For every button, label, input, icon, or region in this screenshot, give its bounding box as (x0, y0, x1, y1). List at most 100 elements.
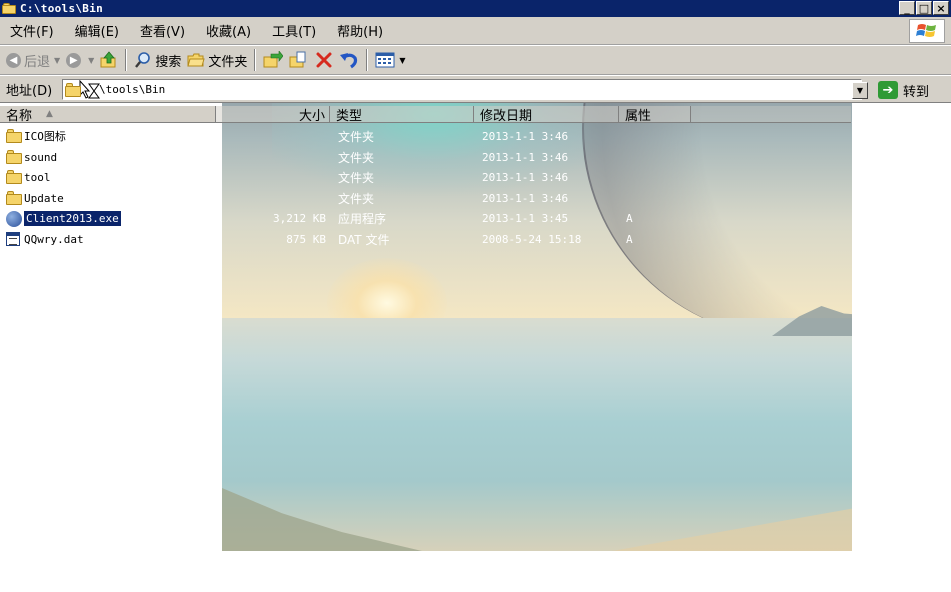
window-title: C:\tools\Bin (20, 2, 104, 15)
file-type: 文件夹 (338, 191, 375, 206)
search-label: 搜索 (155, 54, 182, 70)
menu-favorites[interactable]: 收藏(A) (206, 21, 251, 40)
undo-button[interactable] (336, 48, 362, 72)
table-row[interactable]: Update 文件夹 2013-1-1 3:46 (0, 188, 951, 208)
menu-view[interactable]: 查看(V) (140, 21, 185, 40)
views-button[interactable]: ▼ (372, 48, 408, 72)
go-label: 转到 (903, 84, 930, 100)
go-arrow-icon: ➔ (878, 81, 898, 99)
column-modified-label: 修改日期 (480, 108, 533, 124)
file-name: Update (24, 191, 64, 205)
dat-file-icon (6, 232, 22, 246)
file-name-cell: QQwry.dat (6, 229, 84, 249)
column-type-header[interactable]: 类型 (330, 106, 474, 124)
file-type: 文件夹 (338, 170, 375, 185)
folders-button[interactable]: 文件夹 (184, 48, 250, 72)
folder-icon (6, 129, 22, 143)
file-attributes: A (626, 232, 633, 246)
folder-icon (6, 191, 22, 205)
copy-to-icon (289, 51, 306, 68)
title-bar[interactable]: C:\tools\Bin _ □ × (0, 0, 951, 17)
file-modified: 2008-5-24 15:18 (482, 232, 582, 246)
file-name-cell: tool (6, 167, 51, 187)
maximize-icon: □ (918, 1, 930, 15)
file-name-cell: Update (6, 188, 64, 208)
file-name: Client2013.exe (23, 209, 122, 227)
sort-ascending-icon: ▲ (46, 109, 53, 119)
address-input[interactable]: \tools\Bin (62, 79, 862, 100)
table-row[interactable]: sound 文件夹 2013-1-1 3:46 (0, 147, 951, 167)
table-row[interactable]: Client2013.exe 3,212 KB 应用程序 2013-1-1 3:… (0, 208, 951, 228)
column-attributes-header[interactable]: 属性 (619, 106, 691, 124)
column-name-label: 名称 (6, 108, 33, 124)
toolbar-separator (366, 49, 369, 71)
hourglass-cursor-icon (79, 79, 100, 99)
back-dropdown-icon[interactable]: ▼ (54, 56, 60, 65)
move-to-button[interactable] (260, 48, 286, 72)
table-row[interactable]: tool 文件夹 2013-1-1 3:46 (0, 167, 951, 187)
back-arrow-icon: ◀ (6, 52, 21, 68)
go-button[interactable]: ➔ 转到 (878, 79, 929, 101)
app-icon (6, 211, 22, 227)
folder-icon (65, 82, 81, 97)
file-modified: 2013-1-1 3:46 (482, 191, 569, 205)
delete-icon (316, 52, 332, 68)
close-icon: × (936, 1, 946, 15)
column-header: 名称 ▲ 大小 类型 修改日期 属性 (0, 106, 951, 124)
forward-dropdown-icon[interactable]: ▼ (88, 56, 94, 65)
toolbar: ◀ 后退 ▼ ▶ ▼ 搜索 文件夹 ▼ (0, 45, 951, 75)
close-button[interactable]: × (933, 1, 949, 15)
column-size-header[interactable]: 大小 (216, 106, 330, 124)
file-modified: 2013-1-1 3:46 (482, 170, 569, 184)
file-type: 文件夹 (338, 150, 375, 165)
file-type: DAT 文件 (338, 232, 390, 247)
folders-icon (187, 53, 206, 67)
address-path: \tools\Bin (99, 83, 166, 96)
maximize-button[interactable]: □ (916, 1, 932, 15)
copy-to-button[interactable] (286, 48, 312, 72)
up-folder-icon (100, 51, 116, 68)
forward-button[interactable]: ▶ ▼ (63, 48, 97, 72)
undo-icon (340, 53, 358, 69)
file-name: ICO图标 (24, 130, 66, 143)
up-folder-button[interactable] (97, 48, 121, 72)
folder-icon (6, 170, 22, 184)
file-name: QQwry.dat (24, 232, 84, 246)
column-size-label: 大小 (298, 108, 325, 124)
delete-button[interactable] (312, 48, 336, 72)
folder-icon (2, 3, 16, 14)
menu-tools[interactable]: 工具(T) (272, 21, 316, 40)
views-icon (375, 52, 395, 68)
column-name-header[interactable]: 名称 ▲ (0, 106, 216, 124)
menu-edit[interactable]: 编辑(E) (75, 21, 119, 40)
column-type-label: 类型 (336, 108, 363, 124)
address-label: 地址(D) (6, 83, 53, 99)
file-list[interactable]: 名称 ▲ 大小 类型 修改日期 属性 ICO图标 文件夹 2013-1-1 3:… (0, 102, 951, 592)
toolbar-separator (254, 49, 257, 71)
column-modified-header[interactable]: 修改日期 (474, 106, 619, 124)
menu-help[interactable]: 帮助(H) (337, 21, 383, 40)
file-modified: 2013-1-1 3:46 (482, 150, 569, 164)
minimize-button[interactable]: _ (899, 1, 915, 15)
minimize-icon: _ (904, 1, 910, 15)
forward-arrow-icon: ▶ (66, 52, 82, 68)
table-row[interactable]: QQwry.dat 875 KB DAT 文件 2008-5-24 15:18 … (0, 229, 951, 249)
column-attributes-label: 属性 (625, 108, 652, 124)
move-to-icon (263, 51, 284, 68)
back-label: 后退 (24, 54, 51, 70)
menu-file[interactable]: 文件(F) (10, 21, 54, 40)
toolbar-separator (125, 49, 128, 71)
file-name-cell: ICO图标 (6, 126, 66, 146)
address-bar: 地址(D) \tools\Bin ▼ ➔ 转到 (0, 75, 951, 102)
file-name: tool (24, 170, 51, 184)
search-button[interactable]: 搜索 (131, 48, 184, 72)
column-filler (691, 106, 851, 123)
table-row[interactable]: ICO图标 文件夹 2013-1-1 3:46 (0, 126, 951, 146)
file-type: 应用程序 (338, 211, 387, 226)
back-button[interactable]: ◀ 后退 ▼ (3, 48, 63, 72)
views-dropdown-icon[interactable]: ▼ (399, 56, 405, 65)
file-name: sound (24, 150, 58, 164)
address-dropdown-button[interactable]: ▼ (852, 82, 868, 99)
file-size: 3,212 KB (273, 211, 326, 225)
file-attributes: A (626, 211, 633, 225)
